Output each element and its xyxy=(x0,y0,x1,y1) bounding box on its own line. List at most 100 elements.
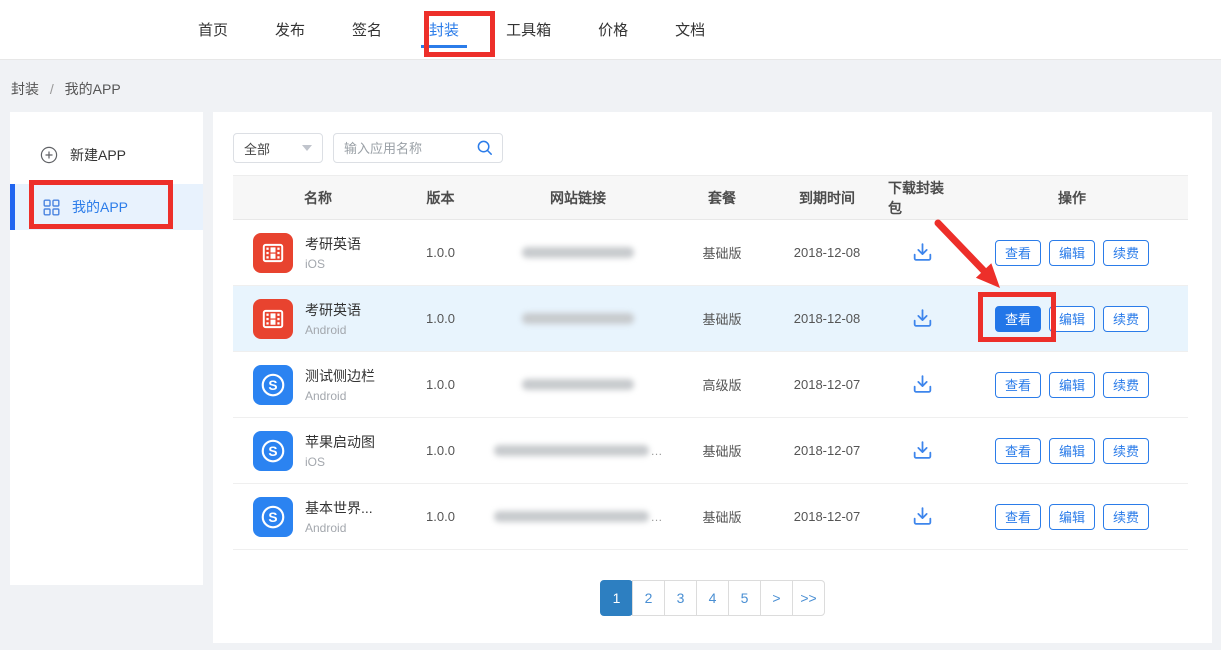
download-cell xyxy=(888,307,956,330)
last-page-button[interactable]: >> xyxy=(792,580,825,616)
download-icon[interactable] xyxy=(911,241,934,264)
plan-cell: 高级版 xyxy=(678,375,766,394)
view-button[interactable]: 查看 xyxy=(995,438,1041,464)
actions-cell: 查看编辑续费 xyxy=(956,306,1188,332)
column-header-6: 下载封装包 xyxy=(888,178,956,218)
nav-item-7[interactable]: 文档 xyxy=(675,0,705,60)
column-header-5: 到期时间 xyxy=(766,188,888,208)
column-header-7: 操作 xyxy=(956,188,1188,208)
app-name: 苹果启动图 xyxy=(305,432,375,452)
view-button[interactable]: 查看 xyxy=(995,240,1041,266)
link-ellipsis: … xyxy=(651,510,663,524)
main-content: 全部 名称版本网站链接套餐到期时间下载封装包操作 考研英语iOS1.0.0基础版… xyxy=(213,112,1212,643)
download-icon[interactable] xyxy=(911,439,934,462)
website-link-cell xyxy=(478,379,678,390)
edit-button[interactable]: 编辑 xyxy=(1049,240,1095,266)
plan-cell: 基础版 xyxy=(678,243,766,262)
filter-dropdown[interactable]: 全部 xyxy=(233,133,323,163)
view-button[interactable]: 查看 xyxy=(995,372,1041,398)
renew-button[interactable]: 续费 xyxy=(1103,504,1149,530)
redacted-link xyxy=(522,379,634,390)
download-cell xyxy=(888,439,956,462)
edit-button[interactable]: 编辑 xyxy=(1049,504,1095,530)
download-icon[interactable] xyxy=(911,505,934,528)
sidebar-item-new-app[interactable]: 新建APP xyxy=(10,138,203,172)
page-button-5[interactable]: 5 xyxy=(728,580,761,616)
app-platform: Android xyxy=(305,323,361,337)
edit-button[interactable]: 编辑 xyxy=(1049,372,1095,398)
website-link-cell xyxy=(478,313,678,324)
app-cell: 考研英语 Android xyxy=(233,299,403,339)
website-link-cell: … xyxy=(478,444,678,458)
website-link-cell: … xyxy=(478,510,678,524)
actions-cell: 查看编辑续费 xyxy=(956,438,1188,464)
breadcrumb-section[interactable]: 封装 xyxy=(11,81,39,97)
download-cell xyxy=(888,373,956,396)
expiry-cell: 2018-12-08 xyxy=(766,245,888,260)
toolbar: 全部 xyxy=(233,133,503,163)
svg-text:S: S xyxy=(268,378,277,393)
renew-button[interactable]: 续费 xyxy=(1103,438,1149,464)
sidebar-item-my-app[interactable]: 我的APP xyxy=(10,184,203,230)
expiry-cell: 2018-12-08 xyxy=(766,311,888,326)
table-row: 考研英语iOS 1.0.0 基础版2018-12-08 查看编辑续费 xyxy=(233,220,1188,286)
download-icon[interactable] xyxy=(911,373,934,396)
app-cell: S 基本世界... Android xyxy=(233,497,403,537)
film-icon xyxy=(253,233,293,273)
version-cell: 1.0.0 xyxy=(403,311,478,326)
download-icon[interactable] xyxy=(911,307,934,330)
version-cell: 1.0.0 xyxy=(403,245,478,260)
download-cell xyxy=(888,241,956,264)
view-button[interactable]: 查看 xyxy=(995,306,1041,332)
app-cell: 考研英语iOS xyxy=(233,233,403,273)
sidebar: 新建APP 我的APP xyxy=(10,112,203,585)
view-button[interactable]: 查看 xyxy=(995,504,1041,530)
film-icon xyxy=(253,299,293,339)
search-icon[interactable] xyxy=(476,139,494,157)
sidebar-item-label: 新建APP xyxy=(70,145,126,165)
breadcrumb: 封装 / 我的APP xyxy=(11,79,121,99)
page-button-2[interactable]: 2 xyxy=(632,580,665,616)
app-name: 考研英语 xyxy=(305,300,361,320)
page-button-4[interactable]: 4 xyxy=(696,580,729,616)
app-platform: iOS xyxy=(305,455,375,469)
redacted-link xyxy=(494,511,649,522)
expiry-cell: 2018-12-07 xyxy=(766,443,888,458)
renew-button[interactable]: 续费 xyxy=(1103,240,1149,266)
s-icon: S xyxy=(253,497,293,537)
actions-cell: 查看编辑续费 xyxy=(956,372,1188,398)
nav-item-2[interactable]: 发布 xyxy=(275,0,305,60)
top-nav: 首页发布签名封装 工具箱 价格文档 xyxy=(0,0,1221,60)
svg-text:S: S xyxy=(268,444,277,459)
next-page-button[interactable]: > xyxy=(760,580,793,616)
nav-item-3[interactable]: 签名 xyxy=(352,0,382,60)
page-button-1[interactable]: 1 xyxy=(600,580,633,616)
actions-cell: 查看编辑续费 xyxy=(956,240,1188,266)
search-box xyxy=(333,133,503,163)
nav-item-1[interactable]: 首页 xyxy=(198,0,228,60)
nav-item-4[interactable]: 封装 xyxy=(429,0,459,60)
nav-item-6[interactable]: 价格 xyxy=(598,0,628,60)
grid-icon xyxy=(43,199,60,216)
redacted-link xyxy=(494,445,649,456)
app-name: 测试侧边栏 xyxy=(305,366,375,386)
app-platform: Android xyxy=(305,521,373,535)
page-button-3[interactable]: 3 xyxy=(664,580,697,616)
edit-button[interactable]: 编辑 xyxy=(1049,438,1095,464)
app-name: 考研英语 xyxy=(305,234,361,254)
breadcrumb-separator: / xyxy=(50,81,54,97)
table-row: S测试侧边栏Android1.0.0高级版2018-12-07查看编辑续费 xyxy=(233,352,1188,418)
plus-circle-icon xyxy=(40,146,58,164)
edit-button[interactable]: 编辑 xyxy=(1049,306,1095,332)
renew-button[interactable]: 续费 xyxy=(1103,372,1149,398)
filter-dropdown-value: 全部 xyxy=(244,139,270,158)
app-name: 基本世界... xyxy=(305,498,373,518)
app-meta: 考研英语iOS xyxy=(305,234,361,271)
version-cell: 1.0.0 xyxy=(403,377,478,392)
renew-button[interactable]: 续费 xyxy=(1103,306,1149,332)
nav-item-5[interactable]: 工具箱 xyxy=(506,0,551,60)
s-icon: S xyxy=(253,365,293,405)
search-input[interactable] xyxy=(344,141,476,156)
column-header-4: 套餐 xyxy=(678,188,766,208)
app-platform: Android xyxy=(305,389,375,403)
